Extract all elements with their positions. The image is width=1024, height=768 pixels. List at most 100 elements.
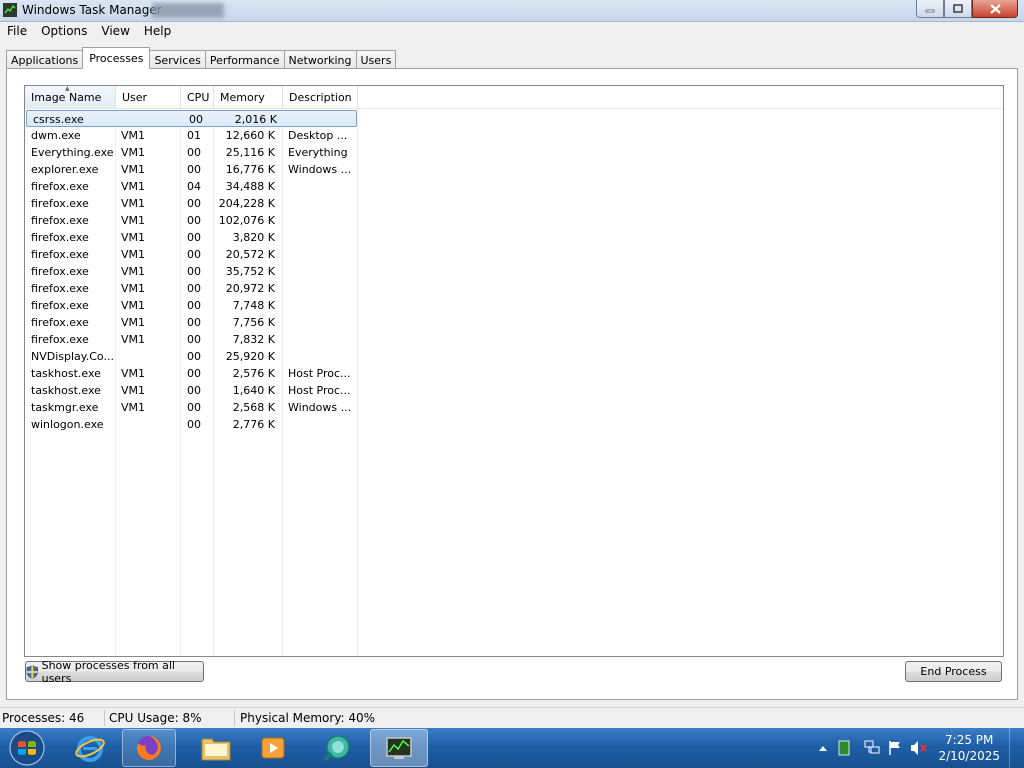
process-row[interactable]: firefox.exe VM1 00 20,972 K [25, 280, 358, 297]
process-description-cell [288, 348, 358, 365]
process-cpu-cell: 00 [187, 350, 201, 363]
process-row[interactable]: firefox.exe VM1 00 7,756 K [25, 314, 358, 331]
process-description-cell [288, 263, 358, 280]
tab-services[interactable]: Services [149, 50, 206, 69]
action-center-flag-icon[interactable] [888, 740, 902, 756]
window-title: Windows Task Manager [22, 3, 162, 17]
process-row[interactable]: NVDisplay.Co... 00 25,920 K [25, 348, 358, 365]
windows-start-orb-icon [9, 730, 45, 766]
process-row[interactable]: csrss.exe 00 2,016 K [26, 110, 357, 127]
process-row[interactable]: taskhost.exe VM1 00 2,576 K Host Proc... [25, 365, 358, 382]
status-physical-memory: Physical Memory: 40% [240, 711, 376, 725]
process-cpu-cell: 00 [187, 333, 201, 346]
process-cpu-cell: 00 [187, 231, 201, 244]
process-description-cell [288, 178, 358, 195]
tab-applications[interactable]: Applications [6, 50, 84, 69]
minimize-icon [925, 9, 935, 12]
process-name-cell: firefox.exe [31, 248, 89, 261]
show-all-processes-button[interactable]: Show processes from all users [25, 658, 204, 685]
close-icon [989, 3, 1001, 14]
process-cpu-cell: 00 [187, 146, 201, 159]
process-name-cell: firefox.exe [31, 333, 89, 346]
process-memory-cell: 3,820 K [232, 231, 275, 244]
process-name-cell: taskhost.exe [31, 384, 101, 397]
process-memory-cell: 2,576 K [232, 367, 275, 380]
process-user-cell: VM1 [121, 129, 146, 142]
menu-view[interactable]: View [94, 22, 136, 42]
menu-help[interactable]: Help [137, 22, 178, 42]
taskbar-internet-explorer[interactable] [63, 729, 117, 767]
process-row[interactable]: firefox.exe VM1 00 204,228 K [25, 195, 358, 212]
tab-processes[interactable]: Processes [82, 47, 151, 69]
column-header-label: Image Name [31, 91, 102, 104]
process-name-cell: winlogon.exe [31, 418, 104, 431]
column-header-description[interactable]: Description [283, 86, 358, 108]
tab-performance[interactable]: Performance [204, 50, 285, 69]
volume-muted-icon[interactable] [910, 740, 928, 756]
everything-search-icon [323, 735, 350, 762]
process-row[interactable]: firefox.exe VM1 00 102,076 K [25, 212, 358, 229]
maximize-button[interactable] [944, 0, 972, 18]
process-cpu-cell: 00 [187, 282, 201, 295]
process-user-cell: VM1 [121, 180, 146, 193]
process-cpu-cell: 00 [187, 299, 201, 312]
column-header-user-name[interactable]: User Name [116, 86, 181, 128]
system-tray: 7:25 PM 2/10/2025 [814, 728, 1024, 768]
taskbar-windows-explorer[interactable] [189, 729, 243, 767]
process-list[interactable]: ▲ Image Name User Name CPU Memory (... D… [24, 85, 1004, 657]
process-memory-cell: 34,488 K [225, 180, 275, 193]
process-user-cell: VM1 [121, 401, 146, 414]
process-row[interactable]: firefox.exe VM1 00 7,748 K [25, 297, 358, 314]
process-name-cell: NVDisplay.Co... [31, 350, 114, 363]
show-hidden-icons-icon[interactable] [818, 744, 828, 752]
process-row[interactable]: explorer.exe VM1 00 16,776 K Windows ... [25, 161, 358, 178]
show-all-processes-label: Show processes from all users [41, 658, 175, 685]
column-header-image-name[interactable]: ▲ Image Name [25, 86, 116, 108]
taskbar-everything[interactable] [310, 729, 364, 767]
media-player-icon [261, 737, 285, 759]
process-row[interactable]: firefox.exe VM1 04 34,488 K [25, 178, 358, 195]
start-button[interactable] [2, 729, 52, 767]
process-row[interactable]: firefox.exe VM1 00 20,572 K [25, 246, 358, 263]
process-cpu-cell: 00 [187, 163, 201, 176]
process-row[interactable]: taskmgr.exe VM1 00 2,568 K Windows ... [25, 399, 358, 416]
process-row[interactable]: taskhost.exe VM1 00 1,640 K Host Proc... [25, 382, 358, 399]
column-header-memory[interactable]: Memory (... [214, 86, 283, 128]
network-icon[interactable] [864, 740, 880, 756]
process-name-cell: Everything.exe [31, 146, 114, 159]
process-memory-cell: 102,076 K [218, 214, 275, 227]
taskbar-media-player[interactable] [246, 729, 300, 767]
tab-users[interactable]: Users [355, 50, 397, 69]
process-memory-cell: 35,752 K [225, 265, 275, 278]
clock-time: 7:25 PM [945, 733, 994, 747]
menu-options[interactable]: Options [34, 22, 94, 42]
process-description-cell: Everything [288, 146, 348, 159]
show-desktop-button[interactable] [1009, 728, 1024, 768]
column-header-cpu[interactable]: CPU [181, 86, 214, 108]
process-name-cell: firefox.exe [31, 265, 89, 278]
process-row[interactable]: firefox.exe VM1 00 3,820 K [25, 229, 358, 246]
end-process-button[interactable]: End Process [905, 661, 1002, 682]
taskbar-firefox[interactable] [122, 729, 176, 767]
process-name-cell: firefox.exe [31, 299, 89, 312]
process-row[interactable]: firefox.exe VM1 00 7,832 K [25, 331, 358, 348]
close-button[interactable] [972, 0, 1018, 18]
process-user-cell: VM1 [121, 248, 146, 261]
menu-file[interactable]: File [0, 22, 34, 42]
process-cpu-cell: 00 [187, 316, 201, 329]
process-memory-cell: 7,748 K [232, 299, 275, 312]
process-name-cell: taskhost.exe [31, 367, 101, 380]
process-name-cell: taskmgr.exe [31, 401, 99, 414]
process-description-cell [288, 246, 358, 263]
process-cpu-cell: 00 [189, 113, 203, 126]
tray-app-icon[interactable] [838, 740, 850, 756]
taskbar-task-manager[interactable] [370, 729, 428, 767]
process-row[interactable]: dwm.exe VM1 01 12,660 K Desktop ... [25, 127, 358, 144]
minimize-button[interactable] [916, 0, 944, 18]
process-row[interactable]: winlogon.exe 00 2,776 K [25, 416, 358, 433]
process-row[interactable]: firefox.exe VM1 00 35,752 K [25, 263, 358, 280]
process-row[interactable]: Everything.exe VM1 00 25,116 K Everything [25, 144, 358, 161]
tab-networking[interactable]: Networking [283, 50, 357, 69]
process-description-cell [288, 314, 358, 331]
clock[interactable]: 7:25 PM 2/10/2025 [938, 732, 1000, 764]
